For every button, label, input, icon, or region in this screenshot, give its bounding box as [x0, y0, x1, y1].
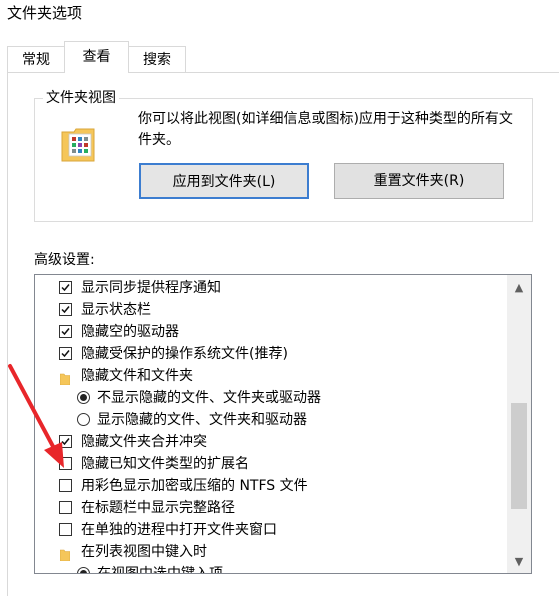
folder-views-group: 文件夹视图 你可以将此视图(如详细信息或图标)应用于这种类型的所有文件夹。 应用… — [34, 88, 533, 222]
advanced-setting-row[interactable]: 用彩色显示加密或压缩的 NTFS 文件 — [35, 475, 507, 497]
advanced-setting-label: 在列表视图中键入时 — [81, 544, 207, 560]
advanced-setting-label: 隐藏受保护的操作系统文件(推荐) — [81, 346, 288, 362]
advanced-setting-label: 不显示隐藏的文件、文件夹或驱动器 — [97, 390, 321, 406]
checkbox-unchecked-icon[interactable] — [59, 457, 72, 470]
advanced-setting-row[interactable]: 显示状态栏 — [35, 299, 507, 321]
advanced-setting-label: 显示同步提供程序通知 — [81, 280, 221, 296]
advanced-setting-label: 在视图中选中键入项 — [97, 566, 223, 574]
tab-view[interactable]: 查看 — [64, 41, 129, 73]
advanced-setting-label: 隐藏空的驱动器 — [81, 324, 179, 340]
tab-general[interactable]: 常规 — [7, 46, 65, 72]
checkbox-checked-icon[interactable] — [59, 325, 72, 338]
advanced-setting-row[interactable]: 隐藏空的驱动器 — [35, 321, 507, 343]
scroll-up-icon[interactable]: ▲ — [507, 277, 531, 299]
advanced-setting-row[interactable]: 显示隐藏的文件、文件夹和驱动器 — [35, 409, 507, 431]
advanced-setting-label: 隐藏已知文件类型的扩展名 — [81, 456, 249, 472]
advanced-setting-row[interactable]: 在视图中选中键入项 — [35, 563, 507, 574]
scroll-thumb[interactable] — [511, 403, 527, 509]
advanced-setting-row[interactable]: 隐藏文件夹合并冲突 — [35, 431, 507, 453]
checkbox-checked-icon[interactable] — [59, 281, 72, 294]
advanced-setting-row[interactable]: 隐藏已知文件类型的扩展名 — [35, 453, 507, 475]
folder-icon — [59, 546, 71, 562]
checkbox-checked-icon[interactable] — [59, 435, 72, 448]
checkbox-unchecked-icon[interactable] — [59, 523, 72, 536]
checkbox-unchecked-icon[interactable] — [59, 479, 72, 492]
advanced-settings-list: 显示同步提供程序通知 显示状态栏隐藏空的驱动器隐藏受保护的操作系统文件(推荐) 隐藏… — [34, 274, 532, 574]
reset-folders-button[interactable]: 重置文件夹(R) — [334, 163, 504, 199]
scroll-down-icon[interactable]: ▼ — [507, 551, 531, 573]
advanced-setting-row: 隐藏文件和文件夹 — [35, 365, 507, 387]
folder-options-window: 文件夹选项 常规 查看 搜索 文件夹视图 你可以将此视图(如详细信息或图标)应用… — [0, 0, 559, 596]
advanced-setting-label: 显示状态栏 — [81, 302, 151, 318]
tab-search[interactable]: 搜索 — [128, 46, 186, 72]
folder-views-description: 你可以将此视图(如详细信息或图标)应用于这种类型的所有文件夹。 — [138, 111, 513, 148]
advanced-setting-label: 用彩色显示加密或压缩的 NTFS 文件 — [81, 478, 308, 494]
radio-selected-icon[interactable] — [77, 391, 90, 404]
advanced-setting-label: 隐藏文件夹合并冲突 — [81, 434, 207, 450]
advanced-setting-row[interactable]: 在单独的进程中打开文件夹窗口 — [35, 519, 507, 541]
advanced-settings-label: 高级设置: — [34, 252, 95, 268]
checkbox-unchecked-icon[interactable] — [59, 501, 72, 514]
advanced-setting-label: 隐藏文件和文件夹 — [81, 368, 193, 384]
advanced-setting-row[interactable]: 隐藏受保护的操作系统文件(推荐) — [35, 343, 507, 365]
advanced-setting-label: 在标题栏中显示完整路径 — [81, 500, 235, 516]
advanced-setting-row[interactable]: 显示同步提供程序通知 — [35, 277, 507, 299]
tab-strip: 常规 查看 搜索 — [0, 0, 559, 80]
advanced-scrollbar[interactable]: ▲ ▼ — [507, 275, 531, 573]
radio-unselected-icon[interactable] — [77, 413, 90, 426]
folder-view-icon — [61, 128, 95, 162]
apply-to-folders-button[interactable]: 应用到文件夹(L) — [139, 163, 309, 199]
advanced-setting-label: 显示隐藏的文件、文件夹和驱动器 — [97, 412, 307, 428]
folder-views-label: 文件夹视图 — [43, 88, 119, 108]
advanced-setting-row[interactable]: 在标题栏中显示完整路径 — [35, 497, 507, 519]
radio-selected-icon[interactable] — [77, 567, 90, 573]
advanced-settings-rows: 显示同步提供程序通知 显示状态栏隐藏空的驱动器隐藏受保护的操作系统文件(推荐) 隐藏… — [35, 277, 507, 574]
advanced-setting-row: 在列表视图中键入时 — [35, 541, 507, 563]
advanced-setting-row[interactable]: 不显示隐藏的文件、文件夹或驱动器 — [35, 387, 507, 409]
advanced-setting-label: 在单独的进程中打开文件夹窗口 — [81, 522, 277, 538]
checkbox-checked-icon[interactable] — [59, 347, 72, 360]
folder-icon — [59, 370, 71, 386]
checkbox-checked-icon[interactable] — [59, 303, 72, 316]
